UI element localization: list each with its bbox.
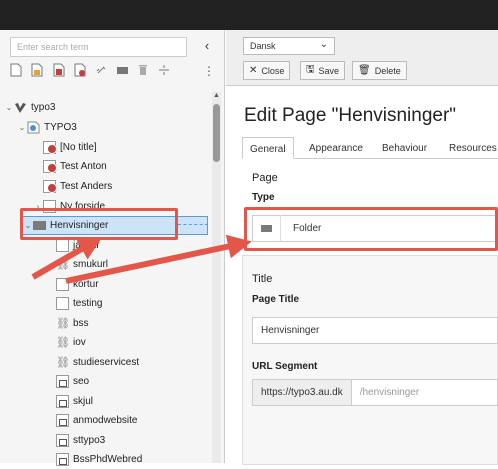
- more-vertical-icon[interactable]: ⋮: [203, 64, 215, 78]
- page-hidden-icon: [43, 141, 57, 154]
- tab-general[interactable]: General: [242, 137, 294, 159]
- tree-item-anmodwebsite[interactable]: anmodwebsite: [56, 411, 137, 430]
- close-icon: ✕: [249, 65, 258, 76]
- delete-button[interactable]: 🗑 Delete: [352, 61, 407, 80]
- page-icon[interactable]: [31, 63, 45, 79]
- scroll-thumb[interactable]: [213, 104, 220, 162]
- link-icon: ⛓: [56, 357, 70, 369]
- page-title: Edit Page "Henvisninger": [244, 105, 457, 126]
- title-section-label: Title: [252, 273, 273, 285]
- close-button[interactable]: ✕ Close: [243, 61, 291, 80]
- divider-icon[interactable]: [158, 63, 172, 79]
- tree-item-no-title[interactable]: [No title]: [33, 138, 97, 157]
- page-tree-panel: Enter search term ‹ ⋮: [0, 30, 225, 463]
- typo3-icon: [14, 101, 27, 114]
- site-icon: [27, 121, 40, 134]
- link-icon: ⛓: [56, 259, 70, 271]
- page-external-icon: [56, 414, 69, 427]
- scroll-up-icon[interactable]: ▲: [212, 92, 221, 100]
- chevron-down-icon: ⌄: [319, 39, 328, 50]
- page-add-red-icon[interactable]: [74, 63, 88, 79]
- link-icon[interactable]: [95, 63, 109, 79]
- highlight-box-type: [244, 207, 498, 251]
- highlight-box-tree: [20, 208, 178, 240]
- tab-resources[interactable]: Resources: [449, 137, 497, 159]
- dashed-connector: [178, 224, 208, 225]
- tree-item-iov[interactable]: ⛓ iov: [56, 333, 86, 352]
- page-add-icon[interactable]: [53, 63, 67, 79]
- page-section-label: Page: [252, 172, 278, 184]
- tree-item-testing[interactable]: testing: [56, 294, 102, 313]
- page-icon: [56, 278, 69, 291]
- top-bar: [0, 0, 498, 30]
- chevron-down-icon[interactable]: ⌄: [4, 103, 14, 112]
- folder-icon[interactable]: [116, 63, 130, 79]
- page-icon: [56, 239, 69, 252]
- page-icon: [56, 297, 69, 310]
- save-icon: 🖫: [306, 64, 315, 75]
- trash-icon: 🗑: [358, 65, 371, 76]
- type-label: Type: [252, 192, 275, 203]
- page-external-icon: [56, 395, 69, 408]
- tab-behaviour[interactable]: Behaviour: [382, 137, 427, 159]
- page-hidden-icon: [43, 160, 57, 173]
- link-icon: ⛓: [56, 337, 70, 349]
- url-segment-input[interactable]: /henvisninger: [352, 387, 419, 398]
- language-select[interactable]: Dansk ⌄: [243, 37, 335, 55]
- tree-item-skjul[interactable]: skjul: [56, 392, 93, 411]
- docheader: Dansk ⌄ ✕ Close 🖫 Save 🗑 Delete: [226, 30, 498, 86]
- tree-item-seo[interactable]: seo: [56, 372, 89, 391]
- tree-item-sttypo3[interactable]: sttypo3: [56, 431, 105, 450]
- tab-bar: General Appearance Behaviour Resources: [242, 137, 498, 159]
- page-title-input[interactable]: Henvisninger: [252, 317, 498, 344]
- tree-item-studieservicest[interactable]: ⛓ studieservicest: [56, 353, 139, 372]
- tab-appearance[interactable]: Appearance: [309, 137, 363, 159]
- tree-item-bss[interactable]: ⛓ bss: [56, 314, 89, 333]
- tree-item-kortur[interactable]: kortur: [56, 275, 99, 294]
- title-section: [242, 255, 498, 465]
- tree-item-test-anton[interactable]: Test Anton: [33, 157, 107, 176]
- page-external-icon: [56, 453, 69, 466]
- page-external-icon: [56, 375, 69, 388]
- link-icon: ⛓: [56, 318, 70, 330]
- tree-scrollbar[interactable]: ▲: [212, 92, 221, 463]
- tree-search-input[interactable]: Enter search term: [10, 37, 187, 57]
- tree-item-bssphdwebred[interactable]: BssPhdWebred: [56, 450, 142, 469]
- url-segment-label: URL Segment: [252, 361, 318, 372]
- url-prefix: https://typo3.au.dk: [253, 380, 352, 405]
- save-button[interactable]: 🖫 Save: [300, 61, 346, 80]
- tree-item-test-anders[interactable]: Test Anders: [33, 177, 112, 196]
- new-page-icon[interactable]: [10, 63, 24, 79]
- tree-item-typo3-site[interactable]: ⌄ TYPO3: [17, 118, 77, 137]
- chevron-down-icon[interactable]: ⌄: [17, 123, 27, 132]
- page-hidden-icon: [43, 180, 57, 193]
- chevron-left-icon[interactable]: ‹: [200, 38, 214, 54]
- page-title-label: Page Title: [252, 294, 300, 305]
- tree-item-typo3[interactable]: ⌄ typo3: [4, 98, 55, 117]
- url-segment-field[interactable]: https://typo3.au.dk /henvisninger: [252, 379, 498, 406]
- tree-item-smukurl[interactable]: ⛓ smukurl: [56, 255, 108, 274]
- page-external-icon: [56, 434, 69, 447]
- trash-icon[interactable]: [137, 63, 151, 79]
